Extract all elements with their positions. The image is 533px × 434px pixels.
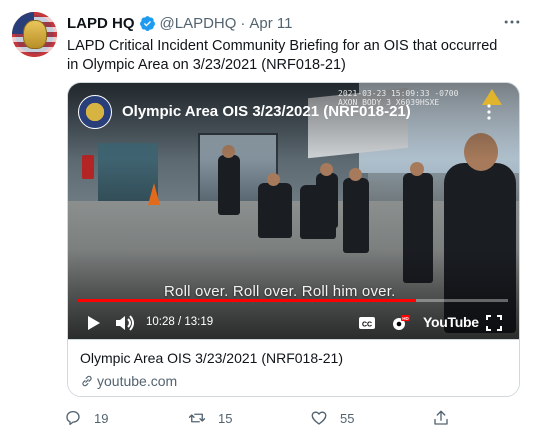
volume-icon[interactable] — [114, 311, 136, 335]
video-more-icon[interactable] — [486, 103, 492, 121]
video-time-display: 10:28 / 13:19 — [146, 316, 214, 328]
video-subtitle: Roll over. Roll over. Roll him over. — [164, 283, 396, 300]
author-handle[interactable]: @LAPDHQ — [160, 15, 237, 32]
reply-action[interactable]: 19 — [64, 408, 108, 428]
svg-text:HD: HD — [402, 316, 409, 321]
card-domain: youtube.com — [80, 373, 177, 389]
card-domain-text: youtube.com — [97, 373, 178, 389]
more-icon[interactable] — [502, 12, 522, 32]
fullscreen-icon[interactable] — [486, 311, 502, 335]
reply-count: 19 — [94, 410, 109, 426]
retweet-icon[interactable] — [188, 409, 206, 427]
card-title[interactable]: Olympic Area OIS 3/23/2021 (NRF018-21) — [80, 350, 343, 366]
separator: · — [240, 14, 246, 32]
reply-icon[interactable] — [64, 409, 82, 427]
bodycam-timestamp-line1: 2021-03-23 15:09:33 -0700 — [338, 89, 459, 98]
retweet-count: 15 — [218, 410, 233, 426]
svg-text:CC: CC — [362, 322, 372, 329]
video-progress-fill — [78, 299, 416, 302]
axon-logo-icon — [482, 89, 502, 105]
like-action[interactable]: 55 — [310, 408, 354, 428]
like-count: 55 — [340, 410, 355, 426]
tweet-timestamp[interactable]: Apr 11 — [249, 15, 292, 32]
share-icon[interactable] — [432, 409, 450, 427]
tweet-text: LAPD Critical Incident Community Briefin… — [67, 38, 498, 73]
share-action[interactable] — [432, 408, 462, 428]
channel-logo[interactable] — [78, 95, 112, 129]
retweet-action[interactable]: 15 — [188, 408, 232, 428]
avatar[interactable] — [12, 12, 57, 57]
video-controls: 10:28 / 13:19 CC HD YouTube — [68, 311, 519, 335]
card-info[interactable]: Olympic Area OIS 3/23/2021 (NRF018-21) y… — [68, 339, 519, 396]
avatar-badge — [23, 20, 47, 49]
verified-icon — [139, 15, 155, 31]
link-icon — [82, 375, 92, 387]
video-title[interactable]: Olympic Area OIS 3/23/2021 (NRF018-21) — [122, 103, 411, 120]
tweet[interactable]: LAPD HQ @LAPDHQ · Apr 11 LAPD Critical I… — [0, 0, 533, 434]
cc-icon[interactable]: CC — [358, 311, 376, 335]
video-player[interactable]: 2021-03-23 15:09:33 -0700 AXON BODY 3 X6… — [68, 83, 519, 339]
like-icon[interactable] — [310, 409, 328, 427]
tweet-header: LAPD HQ @LAPDHQ · Apr 11 — [67, 13, 293, 33]
video-progress-bar[interactable] — [78, 299, 508, 302]
author-name[interactable]: LAPD HQ — [67, 15, 135, 32]
youtube-logo[interactable]: YouTube — [423, 314, 479, 330]
settings-hd-icon[interactable]: HD — [390, 311, 410, 335]
link-card[interactable]: 2021-03-23 15:09:33 -0700 AXON BODY 3 X6… — [67, 82, 520, 397]
tweet-actions: 19 15 55 — [64, 408, 484, 428]
play-icon[interactable] — [86, 311, 102, 335]
